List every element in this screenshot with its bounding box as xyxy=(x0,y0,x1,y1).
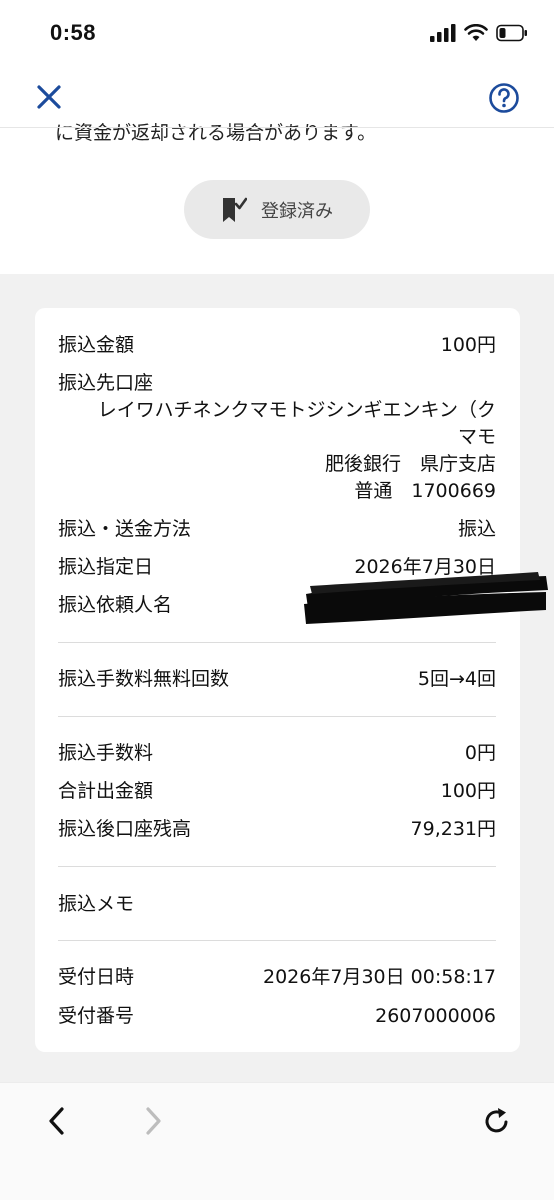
divider xyxy=(58,716,496,717)
memo-label: 振込メモ xyxy=(58,893,135,915)
date-label: 振込指定日 xyxy=(58,556,154,578)
total-value: 100円 xyxy=(440,780,496,802)
help-icon xyxy=(489,83,519,113)
reload-icon xyxy=(485,1108,508,1133)
destination-label: 振込先口座 xyxy=(58,372,154,394)
received-at-value: 2026年7月30日 00:58:17 xyxy=(263,966,496,988)
back-button[interactable] xyxy=(44,1105,72,1137)
receipt-number-value: 2607000006 xyxy=(375,1005,496,1027)
destination-value: レイワハチネンクマモトジシンギエンキン（ク マモ 肥後銀行 県庁支店 普通 17… xyxy=(98,397,496,505)
total-label: 合計出金額 xyxy=(58,780,154,802)
battery-icon xyxy=(496,24,527,42)
scrolled-notice-text: に資金が返却される場合があります。 xyxy=(55,122,377,144)
balance-label: 振込後口座残高 xyxy=(58,818,192,840)
chevron-left-icon xyxy=(49,1107,64,1135)
status-icons xyxy=(430,24,528,42)
destination-account: 普通 1700669 xyxy=(354,480,496,502)
forward-button[interactable] xyxy=(138,1105,166,1137)
divider xyxy=(58,642,496,643)
bookmark-check-icon xyxy=(223,197,247,222)
destination-name-line1: レイワハチネンクマモトジシンギエンキン（ク xyxy=(97,399,496,421)
received-at-label: 受付日時 xyxy=(58,966,135,988)
close-button[interactable] xyxy=(34,82,64,112)
nav-divider xyxy=(0,127,554,128)
wifi-icon xyxy=(464,24,488,41)
free-count-label: 振込手数料無料回数 xyxy=(58,668,230,690)
registered-button[interactable]: 登録済み xyxy=(184,180,370,239)
destination-bank: 肥後銀行 県庁支店 xyxy=(324,453,496,475)
method-value: 振込 xyxy=(457,518,496,540)
cellular-signal-icon xyxy=(430,24,456,42)
registered-label: 登録済み xyxy=(261,200,333,222)
amount-value: 100円 xyxy=(440,334,496,356)
close-icon xyxy=(37,85,61,109)
requester-label: 振込依頼人名 xyxy=(58,594,173,616)
browser-bottom-bar xyxy=(0,1082,554,1200)
divider xyxy=(58,866,496,867)
redaction-mark xyxy=(304,572,548,624)
status-time: 0:58 xyxy=(50,20,97,45)
divider xyxy=(58,940,496,941)
balance-value: 79,231円 xyxy=(410,818,496,840)
transfer-details-card: 振込金額 100円 振込先口座 レイワハチネンクマモトジシンギエンキン（ク マモ… xyxy=(35,308,520,1052)
fee-label: 振込手数料 xyxy=(58,742,154,764)
amount-label: 振込金額 xyxy=(58,334,135,356)
free-count-value: 5回→4回 xyxy=(417,668,496,690)
fee-value: 0円 xyxy=(464,742,496,764)
method-label: 振込・送金方法 xyxy=(58,518,192,540)
chevron-right-icon xyxy=(146,1107,161,1135)
destination-name-line2: マモ xyxy=(457,426,496,448)
help-button[interactable] xyxy=(488,82,520,114)
reload-button[interactable] xyxy=(482,1105,512,1137)
status-bar: 0:58 xyxy=(0,0,554,70)
receipt-number-label: 受付番号 xyxy=(58,1005,135,1027)
